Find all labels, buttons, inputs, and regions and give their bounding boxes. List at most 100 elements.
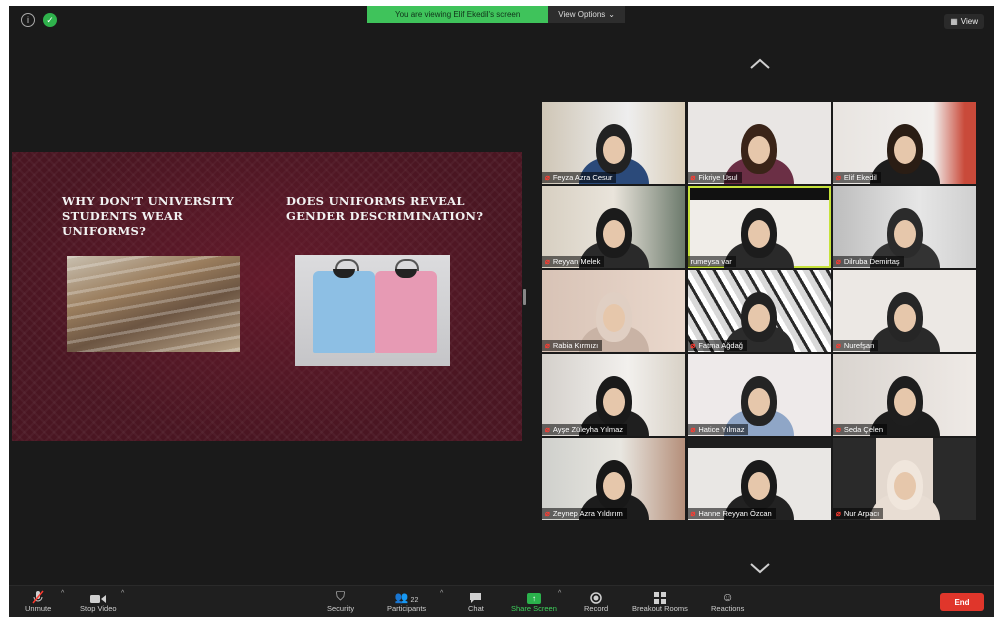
name-tag: ⌀ Dilruba Demirtaş <box>833 255 904 267</box>
participant-tile[interactable]: ⌀ Feyza Azra Cesur <box>542 102 685 184</box>
meeting-status-icons: i ✓ <box>21 13 57 27</box>
share-screen-label: Share Screen <box>511 604 557 613</box>
mic-muted-icon: ⌀ <box>836 340 841 350</box>
participant-tile[interactable]: ⌀ Nurefşan <box>833 270 976 352</box>
name-tag: ⌀ Hanne Reyyan Özcan <box>687 507 776 519</box>
slide-heading-left: WHY DON'T UNIVERSITY STUDENTS WEAR UNIFO… <box>62 194 235 238</box>
participant-name: Fatma Ağdağ <box>698 340 743 350</box>
participant-name: Ayşe Züleyha Yılmaz <box>552 424 624 434</box>
meeting-toolbar: Unmute ^ Stop Video ^ ⛉ Security 👥 22 Par… <box>9 585 994 617</box>
name-tag: ⌀ Rabia Kırmızı <box>542 339 603 351</box>
participant-name: Nurefşan <box>843 340 875 350</box>
breakout-rooms-label: Breakout Rooms <box>632 604 688 613</box>
participant-name: Hatice Yılmaz <box>698 424 745 434</box>
participants-label: Participants <box>387 604 427 613</box>
participant-tile[interactable]: ⌀ Zeynep Azra Yıldırım <box>542 438 685 520</box>
participant-name: Dilruba Demirtaş <box>843 256 900 266</box>
lecture-hall-photo <box>67 256 240 352</box>
participant-name: Hanne Reyyan Özcan <box>698 508 772 518</box>
mic-muted-icon: ⌀ <box>690 172 696 182</box>
participant-tile[interactable]: ⌀ Hanne Reyyan Özcan <box>687 438 831 520</box>
name-tag: ⌀ Nurefşan <box>833 339 879 351</box>
chat-bubble-icon <box>469 588 482 604</box>
participant-tile[interactable]: ⌀ Ayşe Züleyha Yılmaz <box>542 354 685 436</box>
gallery-scroll-up-icon[interactable] <box>749 58 771 70</box>
participants-options-caret-icon[interactable]: ^ <box>440 590 443 597</box>
participant-tile[interactable]: ⌀ Nur Arpacı <box>833 438 976 520</box>
record-button[interactable]: Record <box>584 588 608 613</box>
participant-tile[interactable]: ⌀ Rabia Kırmızı <box>542 270 685 352</box>
slide-heading-right: DOES UNIFORMS REVEAL GENDER DESCRIMINATI… <box>286 194 484 223</box>
reactions-label: Reactions <box>711 604 745 613</box>
grid-view-icon: ▦ <box>950 17 958 26</box>
mic-muted-icon: ⌀ <box>836 256 841 266</box>
chat-button[interactable]: Chat <box>468 588 484 613</box>
share-screen-arrow-icon: ↑ <box>526 593 541 604</box>
name-tag: ⌀ Zeynep Azra Yıldırım <box>542 507 627 519</box>
participant-gallery: ⌀ Feyza Azra Cesur ⌀ Fikriye Usul ⌀ Elif Ek… <box>542 102 976 520</box>
view-options-label: View Options <box>558 10 606 19</box>
record-label: Record <box>584 604 609 613</box>
security-label: Security <box>327 604 355 613</box>
unmute-label: Unmute <box>25 604 52 613</box>
security-button[interactable]: ⛉ Security <box>327 588 354 613</box>
name-tag: ⌀ Fatma Ağdağ <box>687 339 747 351</box>
reactions-emoji-plus-icon: ☺ <box>721 590 734 604</box>
reactions-button[interactable]: ☺ Reactions <box>711 588 744 613</box>
chat-label: Chat <box>468 604 484 613</box>
mic-muted-icon: ⌀ <box>836 172 841 182</box>
uniforms-photo <box>295 255 450 366</box>
mic-muted-icon: ⌀ <box>690 340 696 350</box>
split-view-resize-handle[interactable] <box>523 289 526 305</box>
end-meeting-button[interactable]: End <box>940 593 984 611</box>
gallery-scroll-down-icon[interactable] <box>749 562 771 574</box>
mic-muted-icon: ⌀ <box>690 508 696 518</box>
participant-tile[interactable]: ⌀ Fikriye Usul <box>687 102 831 184</box>
participants-icon: 👥 <box>394 592 409 604</box>
shared-slide: WHY DON'T UNIVERSITY STUDENTS WEAR UNIFO… <box>12 152 522 441</box>
mic-muted-icon: ⌀ <box>836 424 841 434</box>
participant-tile[interactable]: ⌀ Seda Çelen <box>833 354 976 436</box>
share-options-caret-icon[interactable]: ^ <box>558 590 561 597</box>
participant-name: Feyza Azra Cesur <box>552 172 613 182</box>
participant-name: rumeysa var <box>690 256 732 266</box>
name-tag: ⌀ Elif Ekedil <box>833 171 881 183</box>
participant-name: Seda Çelen <box>843 424 884 434</box>
mic-muted-icon: ⌀ <box>836 508 841 518</box>
share-screen-button[interactable]: ↑ Share Screen <box>511 588 557 613</box>
security-shield-icon: ⛉ <box>336 589 346 603</box>
participant-tile[interactable]: ⌀ Fatma Ağdağ <box>687 270 831 352</box>
audio-options-caret-icon[interactable]: ^ <box>61 590 64 597</box>
participant-tile[interactable]: ⌀ Reyyan Melek <box>542 186 685 268</box>
participant-tile-active-speaker[interactable]: rumeysa var <box>687 186 831 268</box>
mic-muted-icon: ⌀ <box>545 172 550 182</box>
participant-name: Zeynep Azra Yıldırım <box>552 508 623 518</box>
view-options-button[interactable]: View Options ⌄ <box>548 6 625 23</box>
name-tag: ⌀ Ayşe Züleyha Yılmaz <box>542 423 628 435</box>
participant-tile[interactable]: ⌀ Hatice Yılmaz <box>687 354 831 436</box>
viewing-screen-message: You are viewing Elif Ekedil's screen <box>367 6 549 23</box>
participant-name: Rabia Kırmızı <box>552 340 599 350</box>
participant-name: Reyyan Melek <box>552 256 601 266</box>
participant-tile[interactable]: ⌀ Dilruba Demirtaş <box>833 186 976 268</box>
participant-tile[interactable]: ⌀ Elif Ekedil <box>833 102 976 184</box>
mic-muted-icon: ⌀ <box>545 256 550 266</box>
name-tag: ⌀ Hatice Yılmaz <box>687 423 749 435</box>
chevron-down-icon: ⌄ <box>608 10 615 19</box>
screen-share-banner: You are viewing Elif Ekedil's screen Vie… <box>367 6 625 23</box>
video-options-caret-icon[interactable]: ^ <box>121 590 124 597</box>
stop-video-button[interactable]: Stop Video <box>80 588 117 613</box>
breakout-rooms-button[interactable]: Breakout Rooms <box>632 588 688 613</box>
meeting-info-icon[interactable]: i <box>21 13 35 27</box>
participants-button[interactable]: 👥 22 Participants <box>387 588 426 613</box>
participant-name: Nur Arpacı <box>843 508 880 518</box>
participant-name: Fikriye Usul <box>698 172 738 182</box>
view-button[interactable]: ▦ View <box>944 14 984 29</box>
encryption-shield-icon[interactable]: ✓ <box>43 13 57 27</box>
mic-muted-icon: ⌀ <box>545 424 550 434</box>
video-camera-icon <box>90 588 107 604</box>
name-tag: ⌀ Nur Arpacı <box>833 507 884 519</box>
name-tag: ⌀ Reyyan Melek <box>542 255 605 267</box>
blue-shirt <box>313 269 375 353</box>
unmute-button[interactable]: Unmute <box>25 588 51 613</box>
